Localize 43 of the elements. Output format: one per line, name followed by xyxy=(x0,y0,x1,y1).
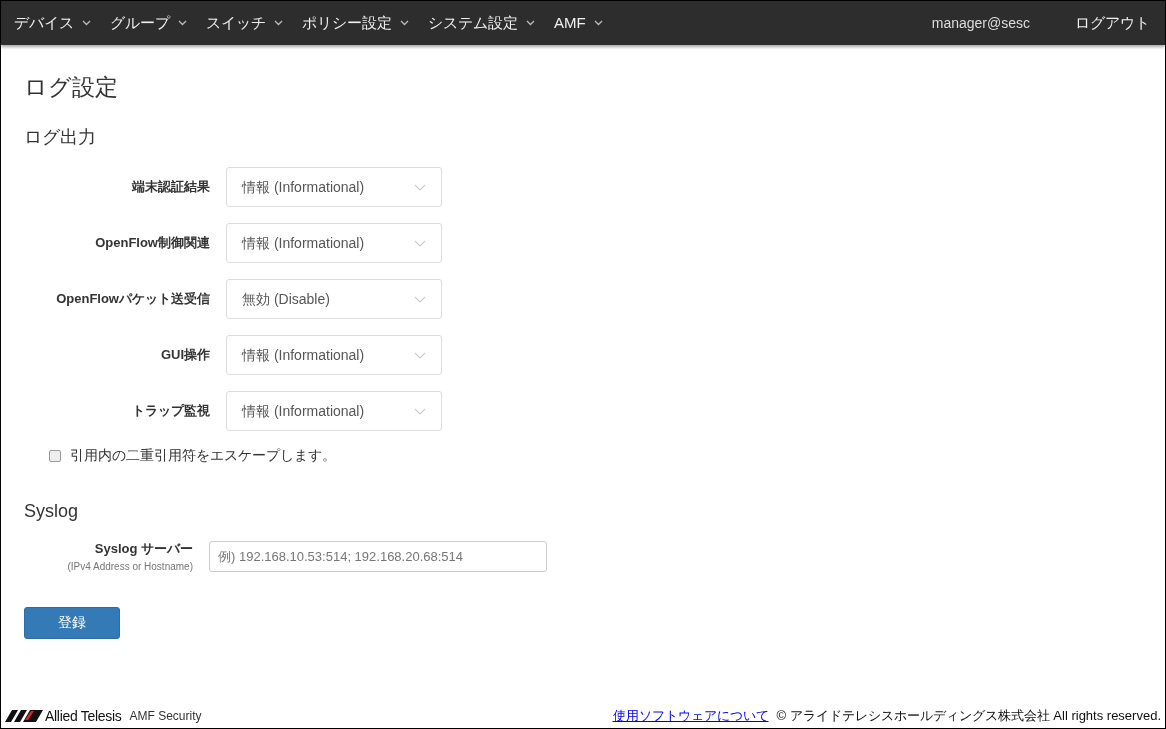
chevron-down-icon xyxy=(414,351,426,359)
caret-icon xyxy=(82,20,91,26)
section-heading: Syslog xyxy=(24,500,80,523)
caret-icon xyxy=(274,20,283,26)
chevron-down-icon xyxy=(414,239,426,247)
logout-link[interactable]: ログアウト xyxy=(1075,11,1150,35)
field-hint: (IPv4 Address or Hostname) xyxy=(67,559,193,574)
level-dropdown[interactable]: 情報 (Informational) xyxy=(226,167,442,207)
logo-icon xyxy=(5,710,43,722)
level-dropdown[interactable]: 情報 (Informational) xyxy=(226,335,442,375)
nav-menu[interactable]: スイッチ xyxy=(206,11,283,35)
caret-icon xyxy=(593,20,603,26)
checkbox[interactable] xyxy=(49,449,61,462)
caret-icon xyxy=(178,20,187,26)
nav-menu[interactable]: ポリシー設定 xyxy=(302,11,409,35)
syslog-server-input[interactable]: 例) 192.168.10.53:514; 192.168.20.68:514 xyxy=(209,540,547,572)
field-label: OpenFlow制御関連 xyxy=(94,234,210,253)
level-dropdown[interactable]: 情報 (Informational) xyxy=(226,391,442,431)
register-button[interactable]: 登録 xyxy=(24,606,120,639)
checkbox-label: 引用内の二重引用符をエスケープします。 xyxy=(70,446,336,465)
caret-icon xyxy=(400,20,409,26)
caret-icon xyxy=(526,20,535,26)
section-heading: ログ出力 xyxy=(24,126,97,149)
nav-menu[interactable]: グループ xyxy=(110,11,187,35)
field-label: 端末認証結果 xyxy=(130,178,210,197)
field-label: OpenFlowパケット送受信 xyxy=(55,290,210,309)
copyright-text: © アライドテレシスホールディングス株式会社 All rights reserved. xyxy=(776,707,1161,726)
level-dropdown[interactable]: 無効 (Disable) xyxy=(226,279,442,319)
product-name: AMF Security xyxy=(129,708,202,725)
field-label: トラップ監視 xyxy=(131,402,210,421)
field-label: GUI操作 xyxy=(159,346,210,365)
field-label: Syslog サーバー xyxy=(94,540,193,558)
brand-name: Allied Telesis xyxy=(45,706,122,726)
page-title: ログ設定 xyxy=(24,73,119,102)
nav-menu[interactable]: AMF xyxy=(554,11,603,35)
nav-menu[interactable]: システム設定 xyxy=(428,11,535,35)
software-info-link[interactable]: 使用ソフトウェアについて xyxy=(612,706,769,726)
chevron-down-icon xyxy=(414,295,426,303)
level-dropdown[interactable]: 情報 (Informational) xyxy=(226,223,442,263)
chevron-down-icon xyxy=(414,183,426,191)
user-name: manager@sesc xyxy=(931,13,1030,33)
chevron-down-icon xyxy=(414,407,426,415)
nav-menu[interactable]: デバイス xyxy=(14,11,91,35)
